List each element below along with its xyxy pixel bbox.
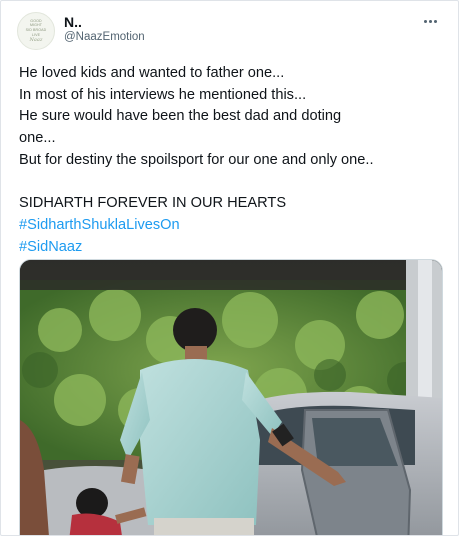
tweet-line: one... xyxy=(19,130,56,147)
tweet-line: He loved kids and wanted to father one..… xyxy=(19,65,285,81)
avatar[interactable]: GOOD MIGHT SID BROAD LIVE Naaz xyxy=(17,12,55,50)
hashtag-link[interactable]: #SidharthShuklaLivesOn xyxy=(19,215,449,237)
tweet-media-photo[interactable] xyxy=(19,259,443,535)
hashtag-link[interactable]: #SidNaaz xyxy=(19,237,449,259)
tweet-line: He sure would have been the best dad and… xyxy=(19,108,342,125)
tweet-line: SIDHARTH FOREVER IN OUR HEARTS xyxy=(19,195,287,212)
user-handle[interactable]: @NaazEmotion xyxy=(64,31,145,43)
tweet-line: But for destiny the spoilsport for our o… xyxy=(19,151,374,168)
tweet-card[interactable]: GOOD MIGHT SID BROAD LIVE Naaz N.. @Naaz… xyxy=(0,0,459,536)
avatar-signature: Naaz xyxy=(29,37,43,44)
photo-image xyxy=(20,260,442,535)
more-options-button[interactable] xyxy=(418,13,442,29)
more-horizontal-icon xyxy=(423,19,437,23)
tweet-line: In most of his interviews he mentioned t… xyxy=(19,86,307,103)
tweet-text: He loved kids and wanted to father one..… xyxy=(19,63,449,258)
display-name[interactable]: N.. xyxy=(64,14,82,30)
